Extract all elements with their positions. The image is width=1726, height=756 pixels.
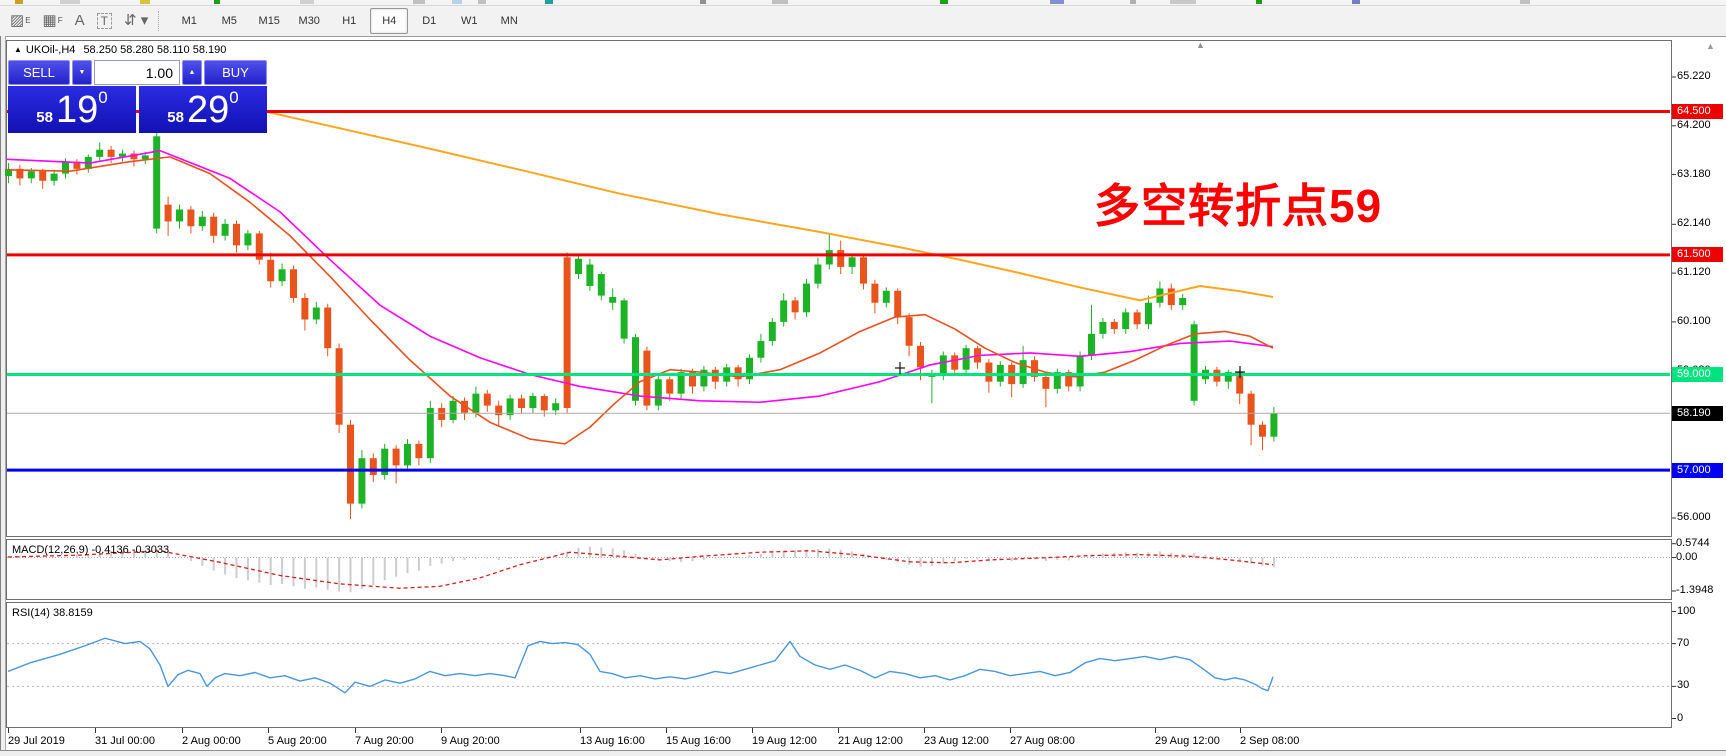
toolbar-fragment [15, 0, 23, 4]
timeframe-d1[interactable]: D1 [410, 8, 448, 34]
timeframe-h4[interactable]: H4 [370, 8, 409, 34]
scroll-corner-icon: ▲ [1706, 41, 1715, 51]
time-axis-label: 7 Aug 20:00 [355, 735, 414, 747]
price-level-box: 64.500 [1672, 103, 1723, 119]
time-axis-label: 2 Aug 00:00 [182, 735, 241, 747]
toolbar: ▨ E ▦ F A T ⇵ ▾ M1 M5 M15 M30 H1 H4 D1 W1 MN [0, 6, 1726, 37]
chart-text-annotation[interactable]: 多空转折点59 [1094, 170, 1382, 236]
timeframe-mn[interactable]: MN [490, 8, 528, 34]
time-axis-label: 15 Aug 16:00 [666, 735, 731, 747]
time-axis-label: 5 Aug 20:00 [268, 735, 327, 747]
price-axis-label: 56.000 [1677, 510, 1711, 523]
toolbar-separator [158, 11, 160, 31]
bid-small: 58 [36, 109, 53, 126]
text-label-icon[interactable]: A [75, 13, 85, 29]
chart-shift-icon[interactable]: ▲ [1196, 40, 1205, 50]
time-axis-label: 29 Aug 12:00 [1155, 735, 1220, 747]
time-axis-label: 19 Aug 12:00 [752, 735, 817, 747]
window-bottom-border [0, 750, 1726, 756]
time-axis-label: 29 Jul 2019 [8, 735, 65, 747]
volume-input[interactable]: 1.00 [94, 60, 180, 85]
price-level-box: 59.000 [1672, 367, 1723, 382]
one-click-trading-panel: SELL ▼ 1.00 ▲ BUY 58 19 0 58 29 0 [8, 60, 267, 133]
rsi-axis-label: 100 [1677, 604, 1696, 617]
volume-decrease-button[interactable]: ▼ [72, 60, 92, 85]
time-axis-label: 23 Aug 12:00 [924, 735, 989, 747]
ask-price[interactable]: 58 29 0 [139, 86, 267, 133]
ask-big: 29 [186, 88, 230, 131]
macd-axis-label: 0.5744 [1676, 536, 1710, 549]
time-axis-label: 21 Aug 12:00 [838, 735, 903, 747]
price-axis-label: 63.180 [1677, 167, 1711, 180]
toolbar-fragment [1170, 0, 1196, 4]
macd-axis-label: 0.00 [1676, 550, 1698, 563]
price-level-box: 61.500 [1672, 247, 1723, 263]
mt4-window: ▨ E ▦ F A T ⇵ ▾ M1 M5 M15 M30 H1 H4 D1 W1 MN ▲ UKOil-,H… [0, 0, 1726, 756]
toolbar-fragment [413, 0, 425, 4]
toolbar-fragment [478, 0, 486, 4]
chart-title: ▲ UKOil-,H4 58.250 58.280 58.110 58.190 [14, 44, 226, 56]
toolbar-fragment [1256, 0, 1262, 4]
toolbar-fragment [1130, 0, 1136, 4]
toolbar-fragment [940, 0, 948, 4]
timeframe-m30[interactable]: M30 [290, 8, 328, 34]
timeframe-h1[interactable]: H1 [330, 8, 368, 34]
bid-big: 19 [55, 88, 99, 131]
timeframe-m15[interactable]: M15 [250, 8, 288, 34]
rsi-axis-label: 30 [1677, 679, 1690, 692]
bid-price[interactable]: 58 19 0 [8, 86, 136, 133]
toolbar-fragment [140, 0, 150, 4]
timeframe-w1[interactable]: W1 [450, 8, 488, 34]
toolbar-fragment [700, 0, 706, 4]
volume-increase-button[interactable]: ▲ [182, 60, 202, 85]
toolbar-fragment [545, 0, 553, 4]
sell-button[interactable]: SELL [8, 60, 70, 85]
toolbar-fragment [60, 0, 80, 4]
grid-icon[interactable]: ▦ F [43, 13, 63, 29]
toolbar-fragment [214, 0, 220, 4]
drawing-tools-group: ▨ E ▦ F A T ⇵ ▾ [0, 13, 148, 29]
price-level-box: 57.000 [1672, 462, 1723, 478]
price-axis-label: 65.220 [1677, 70, 1711, 82]
time-axis-label: 27 Aug 08:00 [1010, 735, 1075, 747]
ohlc-values: 58.250 58.280 58.110 58.190 [83, 44, 227, 56]
macd-panel[interactable] [6, 539, 1672, 600]
indicators-hatch-icon[interactable]: ▨ E [10, 13, 31, 29]
toolbar-fragment [1520, 0, 1530, 4]
time-axis-label: 31 Jul 00:00 [95, 735, 155, 747]
rsi-axis-label: 0 [1677, 711, 1684, 724]
buy-button[interactable]: BUY [204, 60, 267, 85]
collapse-icon[interactable]: ▲ [14, 45, 22, 54]
time-axis-label: 9 Aug 20:00 [441, 735, 500, 747]
macd-label: MACD(12,26,9) -0.4136 -0.3033 [12, 544, 170, 556]
price-axis-label: 61.120 [1677, 266, 1711, 279]
rsi-label: RSI(14) 38.8159 [12, 607, 93, 619]
timeframe-buttons: M1 M5 M15 M30 H1 H4 D1 W1 MN [170, 8, 528, 34]
ask-sup: 0 [229, 88, 239, 107]
timeframe-m5[interactable]: M5 [210, 8, 248, 34]
toolbar-fragment [772, 0, 788, 4]
price-axis-label: 62.140 [1677, 217, 1711, 230]
price-axis-label: 64.200 [1677, 118, 1711, 131]
toolbar-fragment [1352, 0, 1360, 4]
toolbar-fragment [300, 0, 314, 4]
time-axis-label: 13 Aug 16:00 [580, 735, 645, 747]
symbol-label: UKOil-,H4 [25, 44, 76, 56]
bid-price-box: 58.190 [1672, 405, 1723, 421]
macd-axis-label: -1.3948 [1676, 583, 1714, 596]
rsi-panel[interactable] [6, 602, 1672, 728]
price-axis-label: 60.100 [1677, 314, 1711, 327]
rsi-axis-label: 70 [1677, 636, 1690, 649]
bid-sup: 0 [98, 88, 108, 107]
shapes-arrows-icon[interactable]: ⇵ ▾ [124, 13, 148, 29]
toolbar-fragment [1050, 0, 1064, 4]
time-axis-label: 2 Sep 08:00 [1240, 735, 1300, 747]
timeframe-m1[interactable]: M1 [170, 8, 208, 34]
toolbar-fragment [452, 0, 462, 4]
text-box-icon[interactable]: T [96, 13, 112, 29]
ask-small: 58 [167, 109, 184, 126]
